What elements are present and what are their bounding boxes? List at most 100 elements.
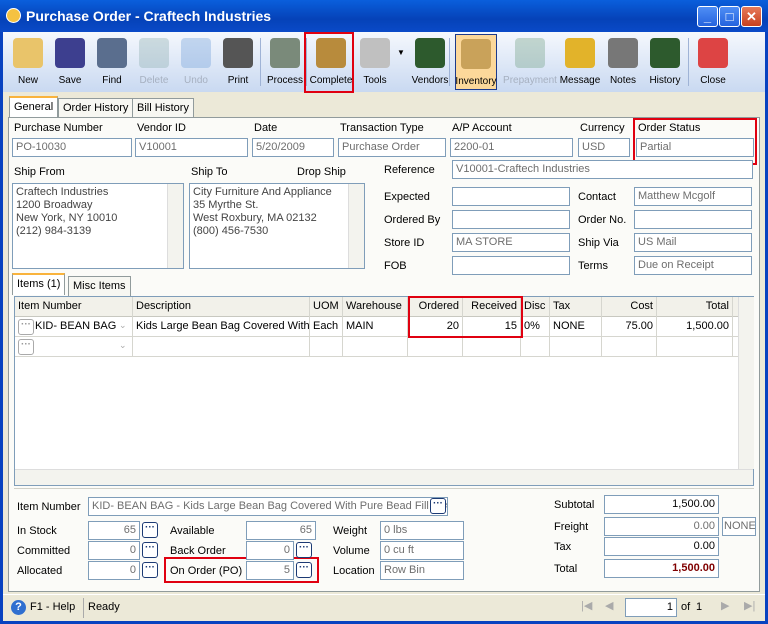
toolbar-print-button[interactable]: Print [217,34,259,90]
column-header-item-number[interactable]: Item Number [15,297,133,317]
new-document-icon [13,38,43,68]
expected-field[interactable] [452,187,570,206]
column-header-uom[interactable]: UOM [310,297,343,317]
contact-field[interactable]: Matthew Mcgolf [634,187,752,206]
store-id-field[interactable]: MA STORE [452,233,570,252]
row-dropdown-arrow-icon[interactable]: ⌄ [119,320,127,331]
grid-cell-received[interactable] [463,337,521,357]
grid-cell-uom[interactable]: Each [310,317,343,337]
available-field[interactable]: 65 [246,521,316,540]
column-header-tax[interactable]: Tax [550,297,602,317]
table-row[interactable]: ··· ⌄ [15,337,738,357]
weight-field[interactable]: 0 lbs [380,521,464,540]
inventory-label: Inventory [455,76,497,87]
toolbar-inventory-button[interactable]: Inventory [455,34,497,90]
toolbar-history-button[interactable]: History [644,34,686,90]
fob-field[interactable] [452,256,570,275]
in-stock-field[interactable]: 65 [88,521,140,540]
ship-from-scrollbar[interactable] [167,184,183,268]
on-order-lookup-button[interactable]: ··· [296,562,312,578]
ship-to-scrollbar[interactable] [348,184,364,268]
row-dropdown-arrow-icon[interactable]: ⌄ [119,340,127,351]
grid-cell-total[interactable]: 1,500.00 [657,317,733,337]
tab-bill-history[interactable]: Bill History [132,98,194,118]
help-label[interactable]: F1 - Help [30,601,75,613]
item-number-lookup-button[interactable]: ··· [430,498,446,514]
tab-misc-items[interactable]: Misc Items [68,276,131,296]
item-number-field[interactable]: KID- BEAN BAG - Kids Large Bean Bag Cove… [88,497,448,516]
ship-via-field[interactable]: US Mail [634,233,752,252]
column-header-cost[interactable]: Cost [602,297,657,317]
toolbar-message-button[interactable]: Message [559,34,601,90]
total-field[interactable]: 1,500.00 [604,559,719,578]
order-status-field[interactable]: Partial [636,138,754,157]
toolbar-close-button[interactable]: Close [692,34,734,90]
transaction-type-field[interactable]: Purchase Order [338,138,446,157]
vendor-id-field[interactable]: V10001 [135,138,248,157]
table-row[interactable]: KID- BEAN BAG Kids Large Bean Bag Covered… [15,317,738,337]
grid-cell-cost[interactable] [602,337,657,357]
committed-field[interactable]: 0 [88,541,140,560]
grid-cell-description[interactable]: Kids Large Bean Bag Covered With [133,317,310,337]
freight-field[interactable]: 0.00 [604,517,719,536]
ordered-by-field[interactable] [452,210,570,229]
subtotal-field[interactable]: 1,500.00 [604,495,719,514]
page-count: 1 [696,601,703,613]
freight-code-field[interactable]: NONE [722,517,756,536]
next-page-icon[interactable]: ▶ [721,599,729,612]
close-window-button[interactable]: ✕ [741,6,762,27]
column-header-description[interactable]: Description [133,297,310,317]
back-order-lookup-button[interactable]: ··· [296,542,312,558]
maximize-button[interactable]: □ [719,6,740,27]
grid-cell-disc[interactable]: 0% [521,317,550,337]
ship-to-address[interactable]: City Furniture And Appliance 35 Myrthe S… [189,183,365,269]
first-page-icon[interactable]: |◀ [581,599,592,612]
grid-cell-warehouse[interactable] [343,337,408,357]
tools-dropdown-arrow-icon[interactable]: ▼ [397,48,405,57]
grid-cell-warehouse[interactable]: MAIN [343,317,408,337]
tab-items[interactable]: Items (1) [12,273,66,295]
allocated-lookup-button[interactable]: ··· [142,562,158,578]
tab-general[interactable]: General [9,96,59,118]
grid-horizontal-scrollbar[interactable] [15,469,753,485]
grid-cell-uom[interactable] [310,337,343,357]
date-field[interactable]: 5/20/2009 [252,138,334,157]
help-icon[interactable]: ? [11,600,26,615]
location-field[interactable]: Row Bin [380,561,464,580]
page-number-input[interactable]: 1 [625,598,677,617]
toolbar-process-button[interactable]: Process [264,34,306,90]
column-header-total[interactable]: Total [657,297,733,317]
row-lookup-button[interactable]: ··· [18,319,34,335]
toolbar-tools-button[interactable]: Tools [354,34,396,90]
column-header-warehouse[interactable]: Warehouse [343,297,408,317]
ap-account-field[interactable]: 2200-01 [450,138,573,157]
tax-field[interactable]: 0.00 [604,537,719,556]
volume-field[interactable]: 0 cu ft [380,541,464,560]
terms-field[interactable]: Due on Receipt [634,256,752,275]
purchase-number-field[interactable]: PO-10030 [12,138,132,157]
grid-cell-tax[interactable] [550,337,602,357]
grid-cell-description[interactable] [133,337,310,357]
on-order-field[interactable]: 5 [246,561,294,580]
grid-cell-tax[interactable]: NONE [550,317,602,337]
grid-cell-total[interactable] [657,337,733,357]
committed-lookup-button[interactable]: ··· [142,542,158,558]
row-lookup-button[interactable]: ··· [18,339,34,355]
grid-cell-ordered[interactable] [408,337,463,357]
in-stock-lookup-button[interactable]: ··· [142,522,158,538]
back-order-field[interactable]: 0 [246,541,294,560]
tab-order-history[interactable]: Order History [58,98,134,118]
ship-from-address[interactable]: Craftech Industries 1200 Broadway New Yo… [12,183,184,269]
last-page-icon[interactable]: ▶| [744,599,755,612]
minimize-button[interactable]: _ [697,6,718,27]
toolbar-vendors-button[interactable]: Vendors [409,34,451,90]
column-header-disc[interactable]: Disc [521,297,550,317]
currency-field[interactable]: USD [578,138,630,157]
grid-cell-cost[interactable]: 75.00 [602,317,657,337]
reference-field[interactable]: V10001-Craftech Industries [452,160,753,179]
grid-vertical-scrollbar[interactable] [738,297,754,469]
previous-page-icon[interactable]: ◀ [605,599,613,612]
allocated-field[interactable]: 0 [88,561,140,580]
grid-cell-disc[interactable] [521,337,550,357]
order-no-field[interactable] [634,210,752,229]
